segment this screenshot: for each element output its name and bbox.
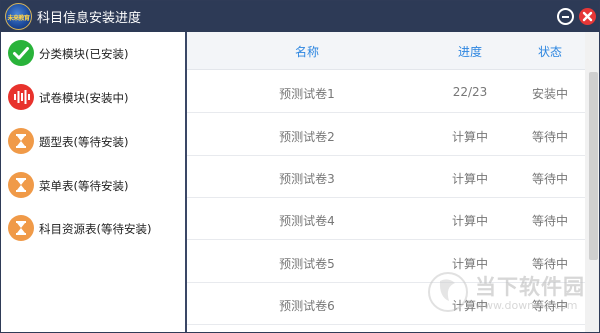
- step-question-type-table: 题型表(等待安装): [1, 123, 185, 161]
- close-button[interactable]: [579, 8, 596, 25]
- cell-name: 预测试卷4: [279, 214, 335, 228]
- cell-progress: 计算中: [451, 172, 488, 186]
- table-header: 名称 进度 状态: [187, 32, 585, 70]
- cell-progress: 22/23: [452, 85, 488, 99]
- cell-state: 等待中: [531, 130, 568, 144]
- cell-name: 预测试卷1: [279, 87, 335, 101]
- title-bar[interactable]: 未来教育 科目信息安装进度: [1, 1, 599, 32]
- minimize-button[interactable]: [557, 8, 574, 25]
- window-title: 科目信息安装进度: [37, 11, 142, 26]
- step-label: 科目资源表(等待安装): [39, 222, 152, 236]
- watermark-url: www.downxia.com: [475, 299, 578, 312]
- logo-text: 未来教育: [7, 15, 30, 22]
- hourglass-icon: [8, 128, 34, 154]
- step-exam-module: 试卷模块(安装中): [1, 79, 185, 117]
- step-menu-table: 菜单表(等待安装): [1, 167, 185, 205]
- cell-name: 预测试卷5: [279, 257, 335, 271]
- cell-name: 预测试卷6: [279, 299, 335, 313]
- step-category-module: 分类模块(已安装): [1, 35, 185, 73]
- step-subject-resource-table: 科目资源表(等待安装): [1, 210, 185, 248]
- table-row: 预测试卷2 计算中 等待中: [187, 114, 585, 156]
- column-header-progress: 进度: [457, 45, 482, 59]
- table-row: 预测试卷1 22/23 安装中: [187, 71, 585, 113]
- hourglass-icon: [8, 172, 34, 198]
- step-label: 分类模块(已安装): [39, 47, 129, 61]
- step-label: 试卷模块(安装中): [39, 91, 129, 105]
- hourglass-icon: [8, 215, 34, 241]
- watermark-logo-icon: [428, 272, 468, 312]
- cell-name: 预测试卷2: [279, 130, 335, 144]
- column-header-name: 名称: [294, 45, 319, 59]
- column-header-state: 状态: [537, 45, 562, 59]
- table-row: 预测试卷4 计算中 等待中: [187, 198, 585, 240]
- close-icon: [582, 11, 593, 22]
- check-icon: [8, 40, 34, 66]
- scrollbar-thumb[interactable]: [589, 72, 598, 260]
- step-label: 题型表(等待安装): [39, 135, 129, 149]
- watermark: 当下软件园 www.downxia.com: [427, 269, 599, 331]
- watermark-text: 当下软件园: [475, 275, 585, 299]
- table-row: 预测试卷3 计算中 等待中: [187, 156, 585, 198]
- cell-state: 等待中: [531, 172, 568, 186]
- audio-wave-icon: [8, 84, 34, 110]
- cell-state: 安装中: [531, 87, 568, 101]
- step-label: 菜单表(等待安装): [39, 179, 129, 193]
- cell-progress: 计算中: [451, 130, 488, 144]
- cell-state: 等待中: [531, 214, 568, 228]
- app-logo: 未来教育: [5, 3, 32, 30]
- cell-progress: 计算中: [451, 214, 488, 228]
- cell-name: 预测试卷3: [279, 172, 335, 186]
- install-steps-sidebar: 分类模块(已安装) 试卷模块(安装中) 题型表(等待安装) 菜单表(等待安装) …: [1, 32, 187, 332]
- install-progress-window: 未来教育 科目信息安装进度 分类模块(已安装) 试卷模块(安装中) 题型表(等待…: [0, 0, 600, 333]
